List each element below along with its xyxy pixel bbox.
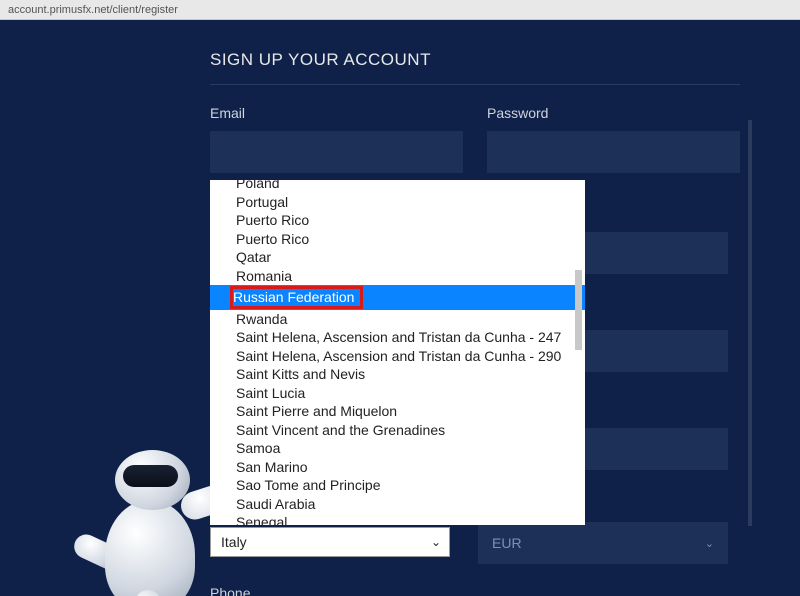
dropdown-option[interactable]: Saint Lucia	[210, 384, 585, 403]
dropdown-option[interactable]: Saint Kitts and Nevis	[210, 365, 585, 384]
dropdown-option[interactable]: Portugal	[210, 193, 585, 212]
dropdown-option[interactable]: Rwanda	[210, 310, 585, 329]
highlight-annotation: Russian Federation	[230, 286, 363, 309]
browser-url-bar: account.primusfx.net/client/register	[0, 0, 800, 20]
signup-form: SIGN UP YOUR ACCOUNT Email Password	[210, 50, 740, 173]
country-dropdown-list[interactable]: PolandPortugalPuerto RicoPuerto RicoQata…	[210, 180, 585, 525]
currency-select[interactable]: EUR ⌄	[478, 522, 728, 564]
dropdown-option[interactable]: Puerto Rico	[210, 230, 585, 249]
dropdown-option[interactable]: Saudi Arabia	[210, 495, 585, 514]
dropdown-option[interactable]: Saint Helena, Ascension and Tristan da C…	[210, 347, 585, 366]
dropdown-option[interactable]: Saint Vincent and the Grenadines	[210, 421, 585, 440]
dropdown-option[interactable]: Samoa	[210, 439, 585, 458]
country-select[interactable]: Italy ⌄	[210, 527, 450, 557]
email-label: Email	[210, 105, 463, 121]
dropdown-option[interactable]: Puerto Rico	[210, 211, 585, 230]
dropdown-option[interactable]: Sao Tome and Principe	[210, 476, 585, 495]
dropdown-option[interactable]: Russian Federation	[210, 285, 585, 310]
page-scrollbar[interactable]	[748, 120, 752, 526]
password-input[interactable]	[487, 131, 740, 173]
chevron-down-icon: ⌄	[431, 535, 449, 549]
country-select-value: Italy	[221, 534, 247, 550]
dropdown-option[interactable]: Poland	[210, 180, 585, 193]
dropdown-scrollbar-thumb[interactable]	[575, 270, 582, 350]
dropdown-option[interactable]: San Marino	[210, 458, 585, 477]
url-text: account.primusfx.net/client/register	[8, 4, 178, 16]
dropdown-option[interactable]: Senegal	[210, 513, 585, 525]
email-input[interactable]	[210, 131, 463, 173]
dropdown-option[interactable]: Qatar	[210, 248, 585, 267]
dropdown-option[interactable]: Saint Pierre and Miquelon	[210, 402, 585, 421]
dropdown-option[interactable]: Saint Helena, Ascension and Tristan da C…	[210, 328, 585, 347]
chevron-down-icon: ⌄	[705, 537, 714, 550]
page-title: SIGN UP YOUR ACCOUNT	[210, 50, 740, 85]
password-label: Password	[487, 105, 740, 121]
phone-label: Phone	[210, 585, 250, 596]
dropdown-option[interactable]: Romania	[210, 267, 585, 286]
page-background: SIGN UP YOUR ACCOUNT Email Password Pola…	[0, 20, 800, 596]
currency-select-value: EUR	[492, 535, 522, 551]
